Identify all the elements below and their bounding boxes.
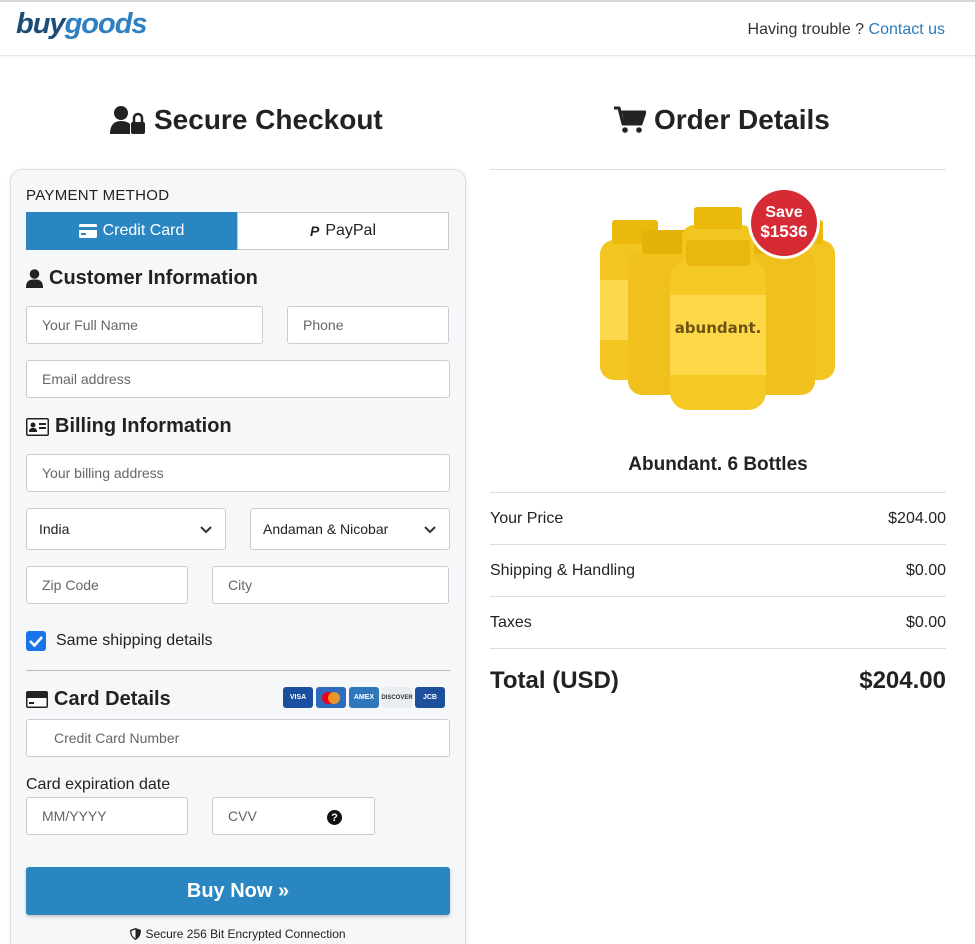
- product-name: Abundant. 6 Bottles: [628, 454, 808, 475]
- save-badge-line2: $1536: [760, 222, 807, 241]
- billing-address-field[interactable]: Your billing address: [26, 454, 450, 492]
- order-divider: [490, 648, 946, 649]
- same-shipping-label[interactable]: Same shipping details: [56, 632, 213, 650]
- order-divider: [490, 492, 946, 493]
- zip-placeholder: Zip Code: [42, 577, 99, 593]
- total-row: Total (USD) $204.00: [490, 667, 946, 695]
- visa-icon: VISA: [283, 687, 313, 708]
- billing-info-title: Billing Information: [26, 415, 232, 438]
- user-lock-icon: [110, 106, 145, 134]
- same-shipping-checkbox[interactable]: [26, 631, 46, 651]
- check-icon: [29, 636, 43, 648]
- card-details-title: Card Details: [26, 688, 171, 711]
- billing-info-label: Billing Information: [55, 415, 232, 437]
- chevron-down-icon: [424, 526, 436, 534]
- jcb-icon: JCB: [415, 687, 445, 708]
- bottle-front: abundant.: [670, 240, 766, 410]
- taxes-label: Taxes: [490, 614, 532, 631]
- discover-icon: DISCOVER: [381, 687, 413, 708]
- billing-address-placeholder: Your billing address: [42, 465, 164, 481]
- expiry-field[interactable]: MM/YYYY: [26, 797, 188, 835]
- mastercard-icon: [316, 687, 346, 708]
- payment-method-label: PAYMENT METHOD: [26, 187, 170, 204]
- contact-link[interactable]: Contact us: [869, 21, 945, 38]
- city-placeholder: City: [228, 577, 253, 593]
- card-number-field[interactable]: Credit Card Number: [26, 719, 450, 757]
- shield-icon: [130, 928, 142, 940]
- card-brands: VISA AMEX DISCOVER JCB: [283, 687, 445, 708]
- id-card-icon: [26, 417, 49, 436]
- city-field[interactable]: City: [212, 566, 449, 604]
- cart-icon: [614, 106, 646, 133]
- shipping-row: Shipping & Handling $0.00: [490, 562, 946, 580]
- buy-now-button[interactable]: Buy Now »: [26, 867, 450, 915]
- order-divider: [490, 596, 946, 597]
- customer-info-label: Customer Information: [49, 267, 258, 289]
- full-name-field[interactable]: Your Full Name: [26, 306, 263, 344]
- tab-paypal-label: PayPal: [325, 222, 377, 239]
- cvv-field[interactable]: CVV: [212, 797, 375, 835]
- product-image: abundant. Save $1536: [600, 187, 835, 410]
- country-value: India: [39, 521, 70, 537]
- logo-goods: goods: [64, 8, 148, 40]
- phone-field[interactable]: Phone: [287, 306, 449, 344]
- mastercard-circles: [322, 691, 340, 704]
- section-divider: [26, 670, 450, 671]
- total-value: $204.00: [859, 667, 946, 694]
- trouble-text: Having trouble ?: [747, 21, 865, 38]
- phone-placeholder: Phone: [303, 317, 344, 333]
- taxes-value: $0.00: [905, 614, 946, 631]
- price-row: Your Price $204.00: [490, 510, 946, 528]
- card-number-placeholder: Credit Card Number: [54, 730, 180, 746]
- secure-checkout-label: Secure Checkout: [154, 104, 383, 135]
- order-details-label: Order Details: [654, 104, 830, 135]
- taxes-row: Taxes $0.00: [490, 614, 946, 632]
- amex-icon: AMEX: [349, 687, 379, 708]
- save-badge: Save $1536: [748, 187, 820, 259]
- logo-buy: buy: [16, 8, 66, 40]
- email-field[interactable]: Email address: [26, 360, 450, 398]
- credit-card-icon: [78, 224, 97, 238]
- country-select[interactable]: India: [26, 508, 226, 550]
- credit-card-icon: [26, 691, 48, 708]
- customer-info-title: Customer Information: [26, 267, 258, 290]
- shipping-label: Shipping & Handling: [490, 562, 635, 579]
- save-badge-line1: Save: [765, 204, 802, 221]
- zip-field[interactable]: Zip Code: [26, 566, 188, 604]
- help-text: Having trouble ? Contact us: [748, 21, 945, 39]
- secure-note-text: Secure 256 Bit Encrypted Connection: [145, 927, 346, 941]
- secure-note: Secure 256 Bit Encrypted Connection: [26, 927, 450, 941]
- shipping-value: $0.00: [905, 562, 946, 579]
- secure-checkout-title: Secure Checkout: [110, 104, 383, 136]
- order-top-divider: [490, 169, 946, 170]
- tab-credit-card[interactable]: Credit Card: [26, 212, 237, 250]
- price-label: Your Price: [490, 510, 564, 527]
- user-icon: [26, 269, 43, 288]
- state-select[interactable]: Andaman & Nicobar: [250, 508, 450, 550]
- email-placeholder: Email address: [42, 371, 131, 387]
- chevron-down-icon: [200, 526, 212, 534]
- question-icon[interactable]: ?: [327, 810, 342, 825]
- expiry-placeholder: MM/YYYY: [42, 808, 107, 824]
- header: buygoods Having trouble ? Contact us: [0, 2, 975, 56]
- order-divider: [490, 544, 946, 545]
- bottle-label: abundant.: [675, 319, 762, 337]
- expiration-label: Card expiration date: [26, 776, 171, 793]
- price-value: $204.00: [888, 510, 946, 527]
- state-value: Andaman & Nicobar: [263, 521, 389, 537]
- logo[interactable]: buygoods: [16, 8, 148, 41]
- total-label: Total (USD): [490, 667, 619, 694]
- order-details-title: Order Details: [614, 104, 830, 136]
- cvv-placeholder: CVV: [228, 808, 257, 824]
- tab-credit-card-label: Credit Card: [102, 222, 185, 239]
- tab-paypal[interactable]: P PayPal: [237, 212, 449, 250]
- card-details-label: Card Details: [54, 688, 171, 710]
- full-name-placeholder: Your Full Name: [42, 317, 138, 333]
- paypal-icon: P: [309, 223, 320, 239]
